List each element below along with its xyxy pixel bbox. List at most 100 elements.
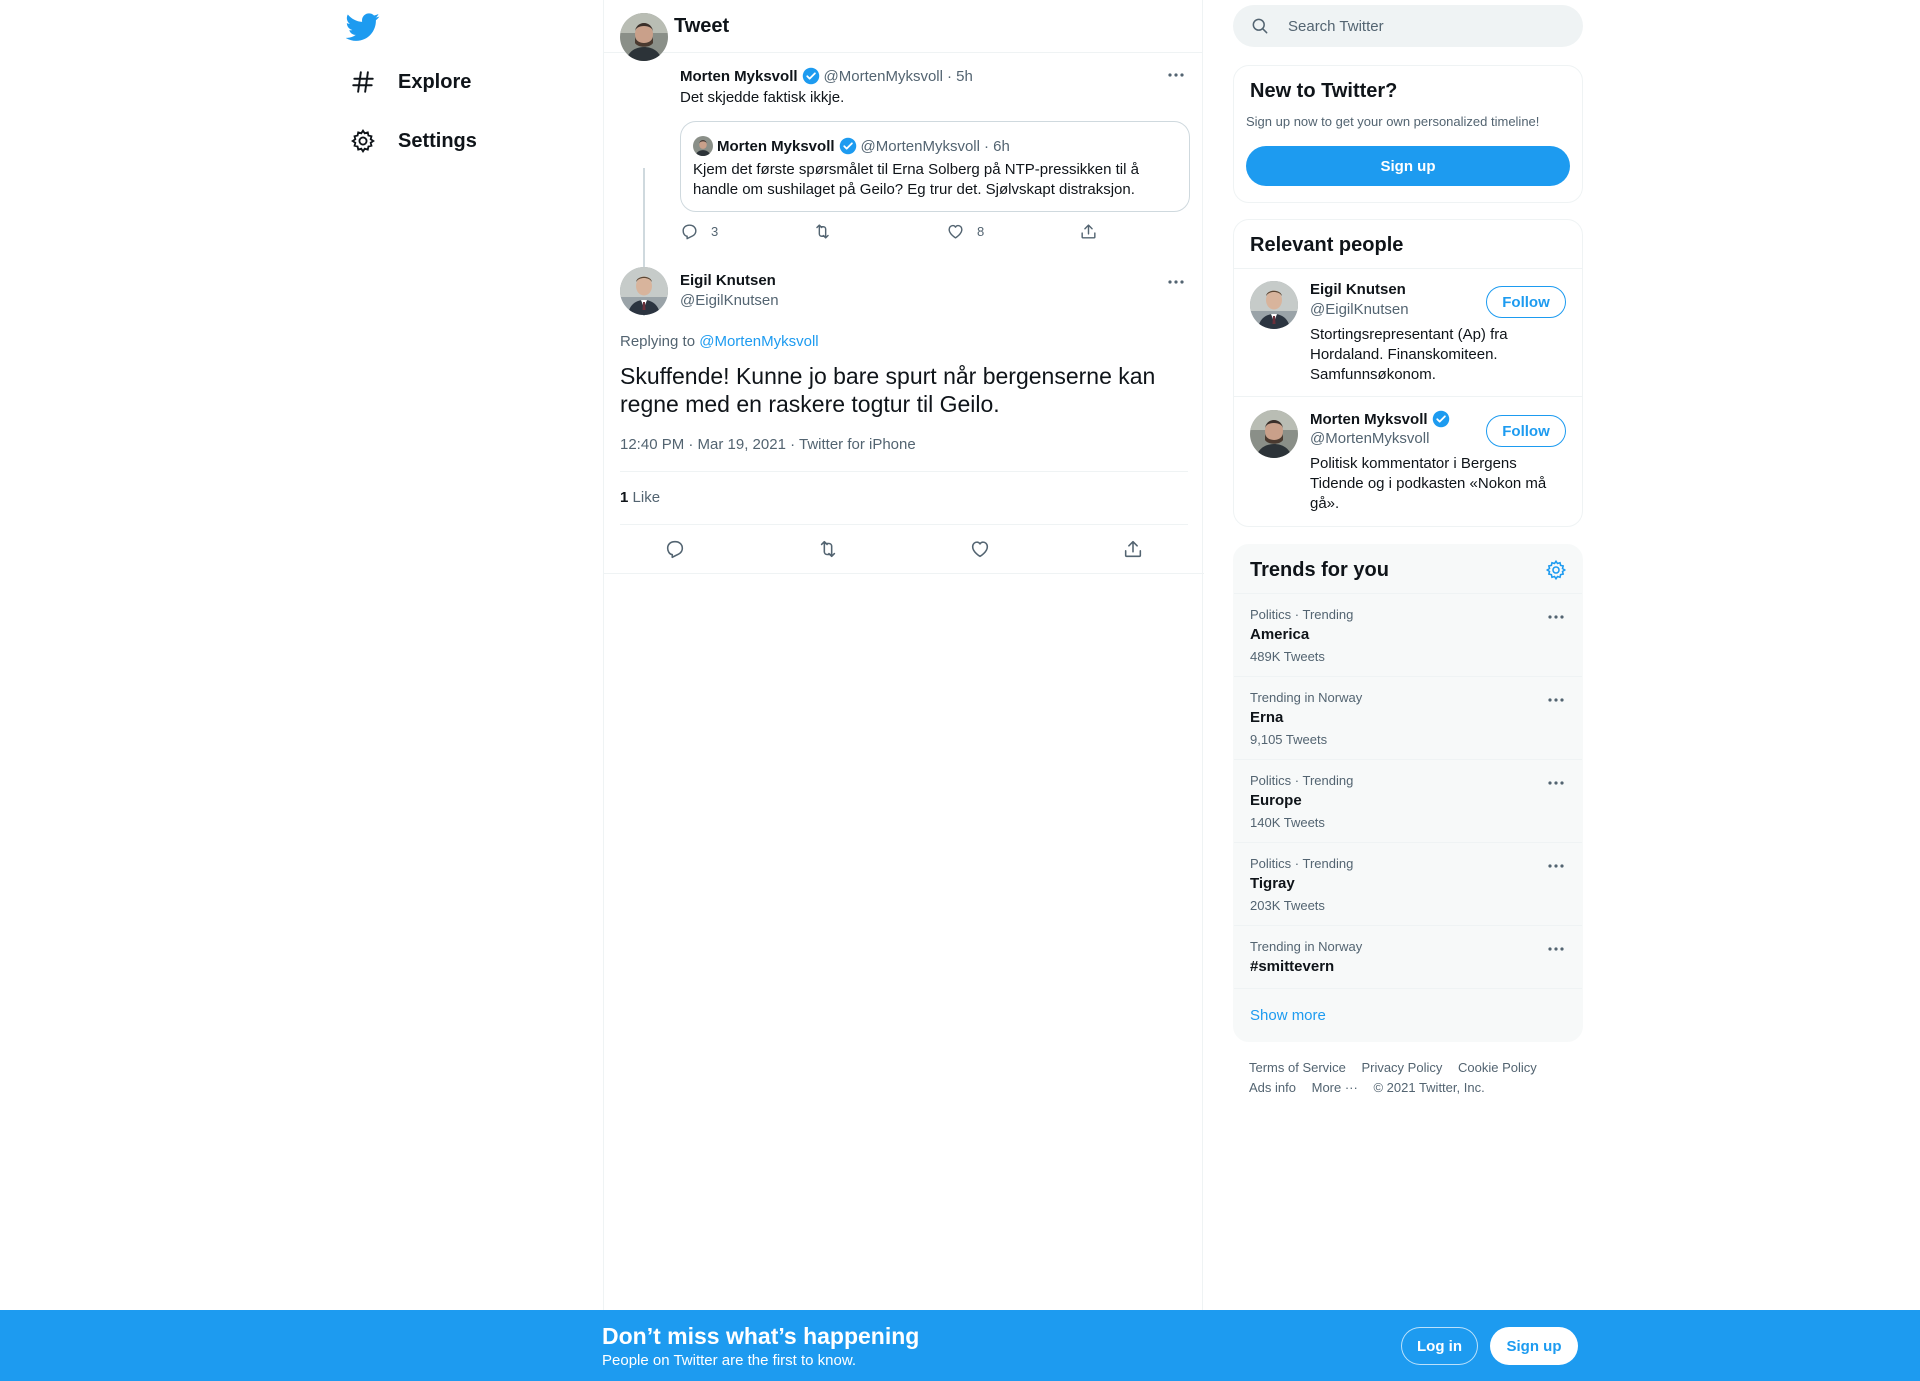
person-handle: @EigilKnutsen (1310, 301, 1409, 318)
author-handle[interactable]: @MortenMyksvoll (824, 68, 943, 85)
like-count: 8 (977, 224, 985, 239)
reply-button[interactable]: 3 (680, 222, 721, 241)
person-name-row: Eigil Knutsen (1310, 281, 1406, 298)
avatar[interactable] (620, 267, 668, 315)
replying-prefix: Replying to (620, 333, 696, 350)
share-button[interactable] (1122, 538, 1144, 560)
sign-up-button[interactable]: Sign up (1246, 146, 1570, 186)
tweet-actions: 3 8 (680, 222, 1110, 241)
footer-link-terms[interactable]: Terms of Service (1249, 1060, 1346, 1075)
quote-text: Kjem det første spørsmålet til Erna Solb… (693, 161, 1139, 198)
avatar[interactable] (1250, 410, 1298, 458)
trend-name: Tigray (1250, 875, 1295, 892)
hashtag-icon (350, 69, 376, 95)
tweet-header: Morten Myksvoll @MortenMyksvoll · 5h (680, 67, 973, 85)
tweet-actions (664, 538, 1144, 560)
person-item[interactable]: Morten Myksvoll @MortenMyksvoll Politisk… (1234, 398, 1582, 526)
trend-name: America (1250, 626, 1310, 643)
nav-settings-label: Settings (398, 129, 477, 152)
nav-explore[interactable]: Explore (350, 58, 491, 106)
gear-icon[interactable] (1545, 559, 1567, 581)
search-bar[interactable] (1233, 5, 1583, 47)
person-item[interactable]: Eigil Knutsen @EigilKnutsen Stortingsrep… (1234, 269, 1582, 397)
quoted-tweet[interactable]: Morten Myksvoll @MortenMyksvoll · 6h Kje… (680, 121, 1190, 212)
share-button[interactable] (1079, 222, 1110, 241)
verified-badge-icon (839, 137, 857, 155)
divider (620, 524, 1188, 525)
likes-summary[interactable]: 1 Like (620, 489, 660, 506)
banner-subtitle: People on Twitter are the first to know. (602, 1352, 857, 1369)
more-options-icon[interactable] (1165, 64, 1187, 86)
share-icon (1081, 224, 1096, 239)
trend-count: 140K Tweets (1250, 815, 1325, 830)
reply-icon (666, 540, 684, 559)
more-options-icon[interactable] (1545, 938, 1567, 960)
main-column: Tweet Morten Myksvoll @MortenMyksvoll · … (603, 0, 1204, 1310)
trend-count: 203K Tweets (1250, 898, 1325, 913)
card-subtitle: Sign up now to get your own personalized… (1246, 114, 1540, 129)
trend-count: 489K Tweets (1250, 649, 1325, 664)
search-input[interactable] (1288, 17, 1558, 35)
trend-name: Erna (1250, 709, 1284, 726)
trend-item[interactable]: Trending in Norway Erna 9,105 Tweets (1234, 677, 1582, 760)
retweet-button[interactable] (817, 538, 839, 560)
retweet-button[interactable] (813, 222, 854, 241)
person-name: Eigil Knutsen (1310, 281, 1406, 298)
footer-link-privacy[interactable]: Privacy Policy (1361, 1060, 1442, 1075)
more-options-icon[interactable] (1545, 772, 1567, 794)
avatar[interactable] (1250, 281, 1298, 329)
sign-up-button[interactable]: Sign up (1490, 1327, 1578, 1365)
author-name[interactable]: Eigil Knutsen (680, 272, 776, 289)
more-options-icon[interactable] (1545, 855, 1567, 877)
nav-settings[interactable]: Settings (350, 117, 497, 165)
divider (604, 573, 1204, 574)
log-in-button[interactable]: Log in (1401, 1327, 1478, 1365)
reply-button[interactable] (664, 538, 686, 560)
footer-link-cookie[interactable]: Cookie Policy (1458, 1060, 1537, 1075)
replying-to-link[interactable]: @MortenMyksvoll (699, 333, 818, 350)
avatar (693, 136, 713, 156)
more-options-icon[interactable] (1165, 271, 1187, 293)
tweet-timestamp[interactable]: 12:40 PM · Mar 19, 2021 · Twitter for iP… (620, 436, 916, 453)
tweet-text: Det skjedde faktisk ikkje. (680, 89, 845, 106)
footer-link-ads[interactable]: Ads info (1249, 1080, 1296, 1095)
tweet-time[interactable]: · 5h (947, 68, 973, 85)
show-more-link[interactable]: Show more (1250, 1007, 1326, 1024)
card-title: Trends for you (1250, 559, 1389, 581)
trend-context: Trending in Norway (1250, 939, 1363, 954)
heart-icon (972, 541, 989, 558)
tweet-text: Skuffende! Kunne jo bare spurt når berge… (620, 363, 1156, 417)
reply-icon (682, 224, 697, 240)
trend-item[interactable]: Politics · Trending Europe 140K Tweets (1234, 760, 1582, 843)
banner-title: Don’t miss what’s happening (602, 1323, 920, 1349)
main-header: Tweet (604, 0, 1202, 53)
trend-item[interactable]: Politics · Trending America 489K Tweets (1234, 594, 1582, 677)
like-button[interactable]: 8 (946, 222, 987, 241)
trend-context: Politics · Trending (1250, 773, 1354, 788)
person-name-row: Morten Myksvoll (1310, 410, 1454, 428)
heart-icon (948, 224, 963, 239)
reply-count: 3 (711, 224, 719, 239)
person-name: Morten Myksvoll (1310, 410, 1428, 428)
avatar[interactable] (620, 13, 668, 61)
card-title: Relevant people (1250, 234, 1404, 256)
trend-count: 9,105 Tweets (1250, 732, 1328, 747)
card-title: New to Twitter? (1250, 80, 1398, 102)
twitter-bird-icon[interactable] (346, 10, 380, 44)
footer-link-more[interactable]: More ··· (1312, 1080, 1358, 1095)
author-name[interactable]: Morten Myksvoll (680, 68, 798, 85)
trend-item[interactable]: Politics · Trending Tigray 203K Tweets (1234, 843, 1582, 926)
more-options-icon[interactable] (1545, 689, 1567, 711)
follow-button[interactable]: Follow (1486, 415, 1566, 447)
more-options-icon[interactable] (1545, 606, 1567, 628)
like-total-label: Like (632, 489, 661, 506)
author-handle[interactable]: @EigilKnutsen (680, 292, 779, 309)
retweet-icon (820, 540, 835, 558)
footer-links: Terms of Service Privacy Policy Cookie P… (1249, 1058, 1579, 1098)
page-title: Tweet (674, 14, 730, 37)
like-button[interactable] (969, 538, 991, 560)
trend-item[interactable]: Trending in Norway #smittevern (1234, 926, 1582, 989)
person-bio: Politisk kommentator i Bergens Tidende o… (1310, 455, 1547, 512)
follow-button[interactable]: Follow (1486, 286, 1566, 318)
relevant-people-card: Relevant people Eigil Knutsen @EigilKnut… (1233, 219, 1583, 527)
